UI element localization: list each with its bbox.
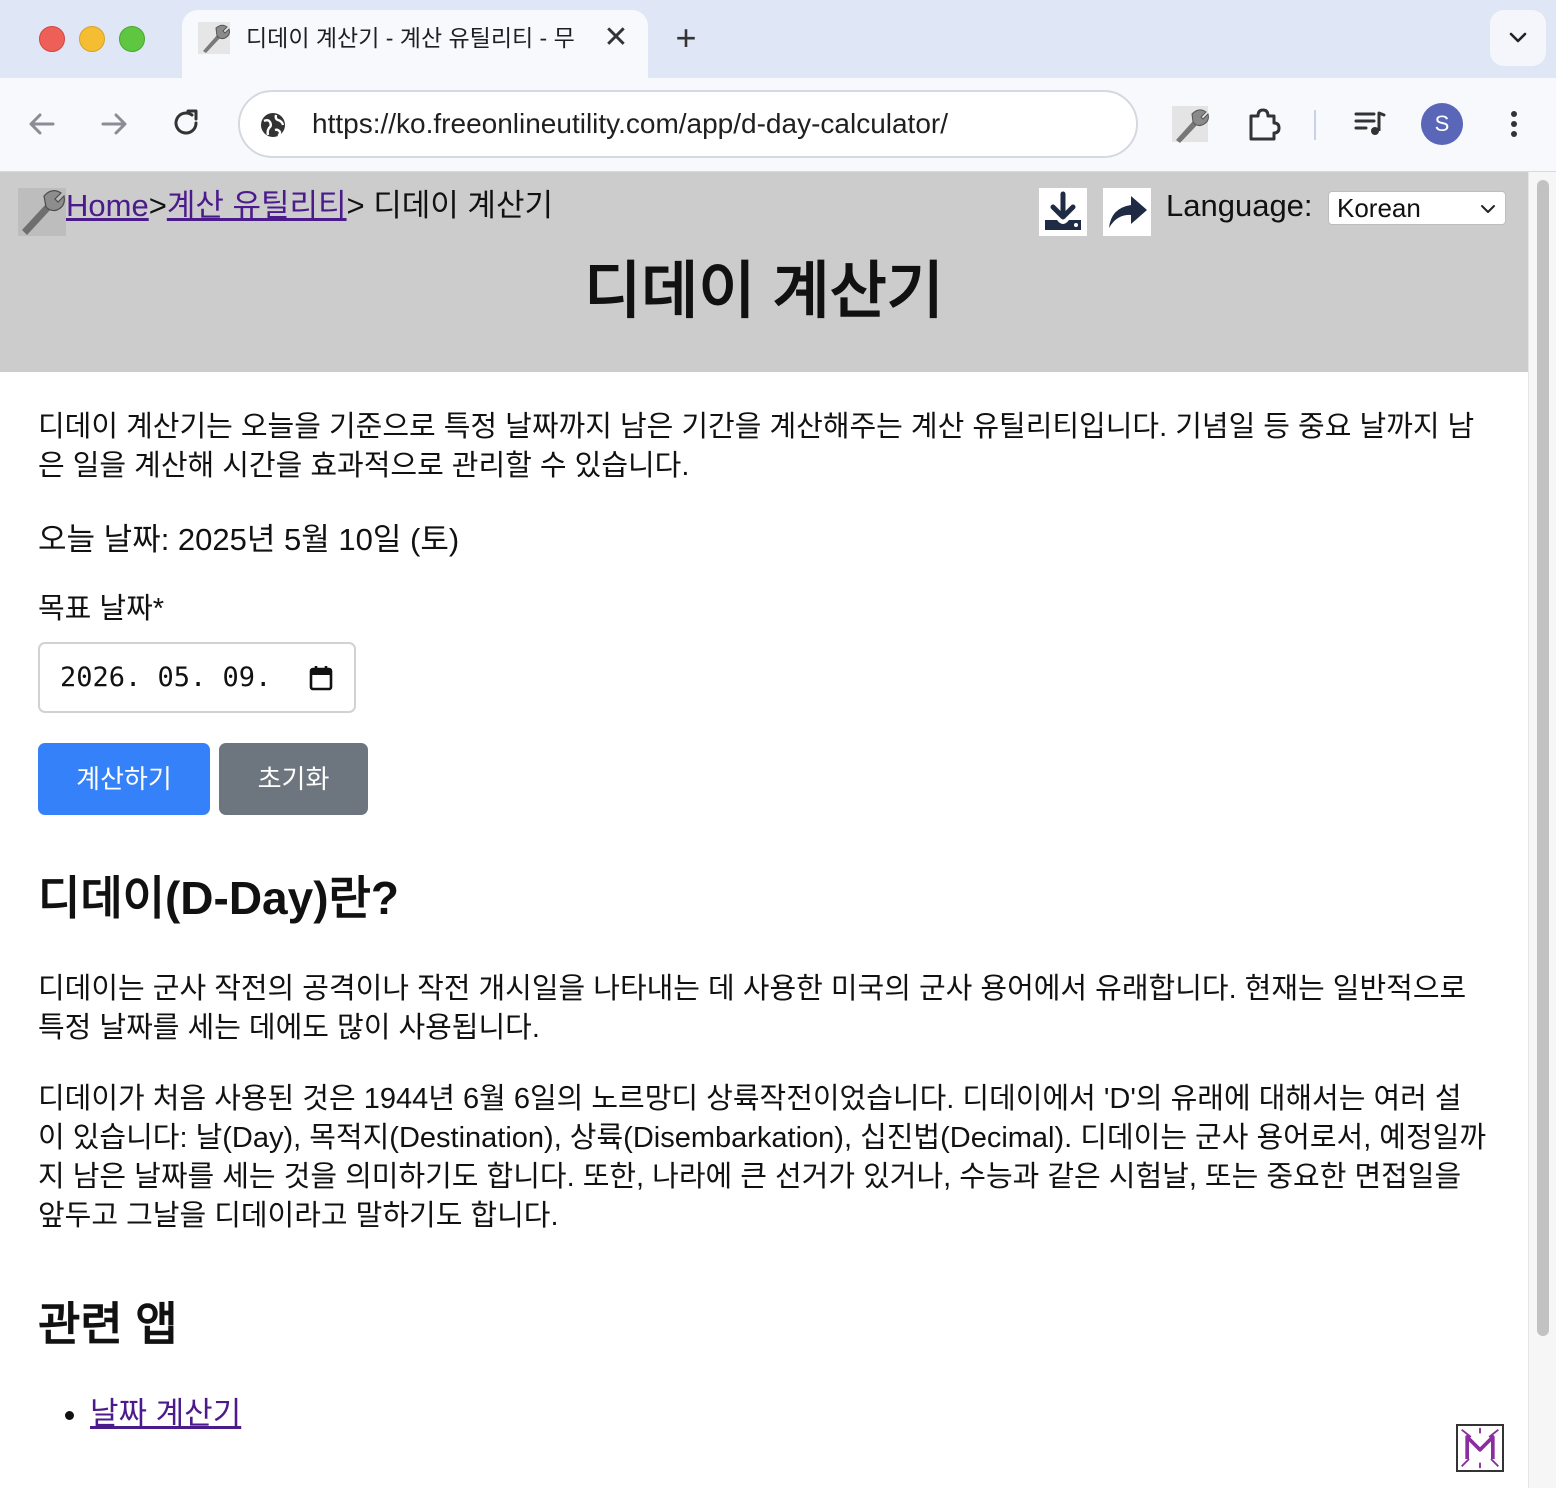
calendar-icon[interactable] [308,664,334,692]
wrench-extension-icon [1172,106,1209,143]
related-apps-heading: 관련 앱 [38,1298,178,1350]
address-bar[interactable]: https://ko.freeonlineutility.com/app/d-d… [238,90,1138,158]
window-minimize-button[interactable] [79,26,105,52]
m-logo-badge-icon[interactable] [1456,1424,1504,1472]
url-text: https://ko.freeonlineutility.com/app/d-d… [312,108,949,139]
today-date: 오늘 날짜: 2025년 5월 10일 (토) [38,522,460,557]
extension-freeonlineutility-button[interactable] [1168,102,1212,146]
about-paragraph-2: 디데이가 처음 사용된 것은 1944년 6월 6일의 노르망디 상륙작전이었습… [38,1083,1487,1232]
language-select[interactable]: Korean [1328,191,1506,225]
page-title: 디데이 계산기 [584,257,944,326]
breadcrumb: Home>계산 유틸리티> 디데이 계산기 [66,186,553,226]
scrollbar-thumb[interactable] [1537,180,1549,1336]
puzzle-icon [1249,108,1281,141]
breadcrumb-current: > 디데이 계산기 [346,188,553,223]
related-apps-list: 날짜 계산기 [90,1392,241,1436]
back-button[interactable] [20,102,64,146]
active-tab[interactable]: 디데이 계산기 - 계산 유틸리티 - 무 ✕ [182,10,648,78]
browser-tab-strip: 디데이 계산기 - 계산 유틸리티 - 무 ✕ + [0,0,1556,78]
share-icon [1109,196,1147,228]
target-date-label: 목표 날짜* [38,593,165,625]
share-button[interactable] [1103,188,1151,236]
tab-close-icon[interactable]: ✕ [600,22,632,54]
chevron-down-icon [1481,205,1495,213]
breadcrumb-home-link[interactable]: Home [66,188,149,223]
download-button[interactable] [1039,188,1087,236]
globe-icon [261,113,285,138]
reload-icon [174,109,198,135]
toolbar-separator [1314,110,1316,140]
window-zoom-button[interactable] [119,26,145,52]
target-date-input[interactable]: 2026. 05. 09. [38,642,356,713]
intro-text: 디데이 계산기는 오늘을 기준으로 특정 날짜까지 남은 기간을 계산해주는 계… [38,411,1475,482]
page-content: Home>계산 유틸리티> 디데이 계산기 Language: Korean 디… [0,172,1528,1488]
breadcrumb-separator: > [148,188,167,223]
target-date-value: 2026. 05. 09. [60,662,272,693]
about-heading: 디데이(D-Day)란? [38,872,399,924]
media-controls-button[interactable] [1348,102,1392,146]
about-paragraph-1: 디데이는 군사 작전의 공격이나 작전 개시일을 나타내는 데 사용한 미국의 … [38,973,1467,1044]
list-item: 날짜 계산기 [90,1392,241,1436]
breadcrumb-category-link[interactable]: 계산 유틸리티 [167,188,347,223]
playlist-music-icon [1354,111,1386,135]
wrench-favicon-icon [198,22,230,54]
browser-menu-button[interactable] [1492,102,1536,146]
tab-search-button[interactable] [1490,10,1546,66]
language-label: Language: [1166,188,1313,223]
chevron-down-icon [1509,32,1527,43]
language-selected-value: Korean [1337,193,1421,223]
more-vertical-icon [1511,111,1517,137]
page-scrollbar[interactable] [1528,172,1556,1488]
window-close-button[interactable] [39,26,65,52]
wrench-logo-icon[interactable] [18,186,66,236]
arrow-right-icon [101,113,127,135]
related-app-link-date-calculator[interactable]: 날짜 계산기 [90,1396,241,1431]
forward-button[interactable] [92,102,136,146]
download-icon [1045,191,1081,230]
profile-avatar[interactable]: S [1421,103,1463,145]
calculate-button[interactable]: 계산하기 [38,743,210,815]
reload-button[interactable] [164,102,208,146]
tab-title: 디데이 계산기 - 계산 유틸리티 - 무 [246,25,575,51]
browser-toolbar: https://ko.freeonlineutility.com/app/d-d… [0,78,1556,172]
new-tab-button[interactable]: + [666,18,706,58]
extensions-button[interactable] [1242,102,1286,146]
arrow-left-icon [29,113,55,135]
site-header: Home>계산 유틸리티> 디데이 계산기 Language: Korean 디… [0,172,1528,372]
reset-button[interactable]: 초기화 [219,743,368,815]
